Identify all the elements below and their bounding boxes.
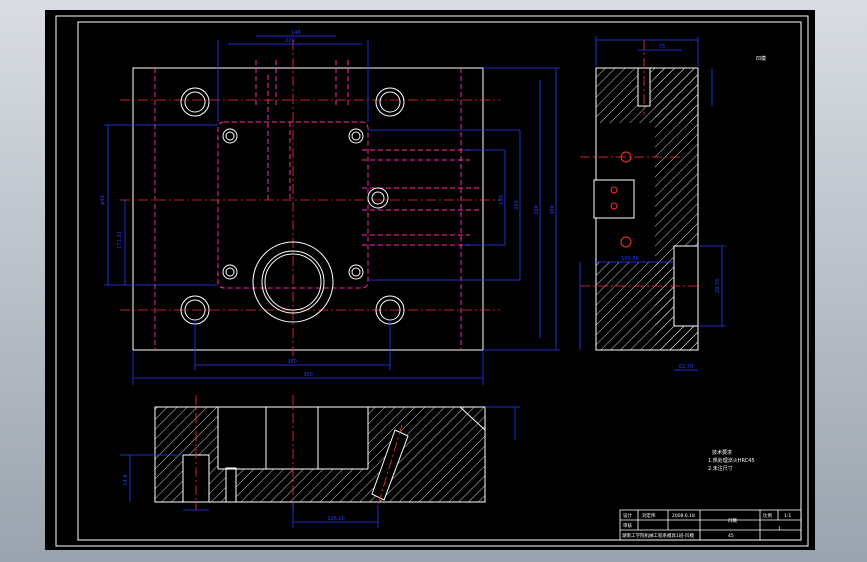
tb-name: 凹模 [728,517,737,524]
section-dim-bottom: 126.10 [327,516,345,522]
cad-drawing-viewport[interactable]: 220 146 260 350 φ40 171.31 190 220 260 3… [0,0,867,562]
side-dim-bottom: 62.70 [679,364,693,370]
dim-bottom-b: 350 [303,372,313,378]
side-dim-top: 75 [659,44,665,50]
tb-row1-col1: 设计 [623,512,632,519]
notes-title: 技术要求 [712,449,732,456]
tb-row1-col3: 2008.6.18 [672,513,695,519]
tb-material: 45 [728,533,734,539]
dim-right-d: 300 [550,205,556,215]
tb-ratio-label: 比例 [763,512,772,519]
corner-note: 凹模 [756,55,766,62]
dim-right-b: 220 [514,200,520,210]
dim-left-a: φ40 [100,195,106,205]
side-dim-vertical: 29.76 [715,279,721,293]
notes-line-2: 2.未注尺寸 [708,465,733,472]
dim-top-b: 146 [291,30,301,36]
tb-row1-col2: 刘宏伟 [642,512,656,519]
side-dim-width: 100.50 [621,256,639,262]
tb-row2-col2: 1 [778,526,781,532]
dim-top-a: 220 [285,38,295,44]
dim-right-a: 190 [499,195,505,205]
tb-row2-col1: 审核 [623,522,632,529]
side-view-insert [593,179,635,219]
section-pin-slot [225,467,237,503]
dim-right-c: 260 [534,205,540,215]
tb-school: 湖南工学院机械工程系模具1班-凹模 [622,532,694,539]
tb-ratio-value: 1:1 [784,513,791,519]
section-dim-left: 24.6 [123,474,129,485]
dim-left-b: 171.31 [117,231,123,249]
notes-line-1: 1.热处理淬火HRC45 [708,457,755,464]
dim-bottom-a: 260 [287,359,297,365]
